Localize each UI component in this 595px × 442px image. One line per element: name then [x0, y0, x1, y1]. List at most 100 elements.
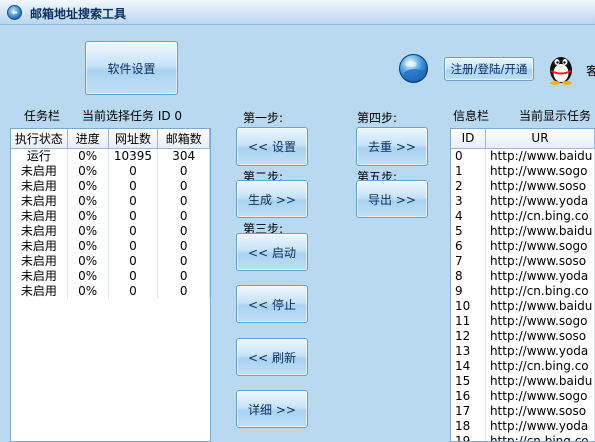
refresh-button[interactable]: << 刷新	[236, 338, 308, 376]
info-cell: 12	[451, 328, 486, 344]
task-list[interactable]: 执行状态 进度 网址数 邮箱数 运行 0% 10395 304 未启用 0% 0 0 未启用 0% 0 0 未…	[10, 128, 211, 442]
task-cell: 0%	[67, 253, 109, 269]
info-cell: 16	[451, 388, 486, 404]
table-row[interactable]: 12 http://www.soso	[451, 328, 595, 344]
table-row[interactable]: 16 http://www.sogo	[451, 388, 595, 404]
task-cell: 0	[157, 208, 210, 224]
info-cell: http://www.baidu	[485, 373, 595, 389]
task-cell: 运行	[11, 148, 68, 164]
start-button[interactable]: << 启动	[236, 233, 308, 271]
table-row[interactable]: 10 http://www.baidu	[451, 298, 595, 314]
info-cell: 15	[451, 373, 486, 389]
task-cell: 0%	[67, 223, 109, 239]
info-cell: 1	[451, 163, 486, 179]
info-cell: http://www.yoda	[485, 268, 595, 284]
info-column-header[interactable]: ID	[451, 129, 486, 149]
task-panel-label: 任务栏	[24, 109, 61, 123]
info-cell: 10	[451, 298, 486, 314]
info-cell: http://www.baidu	[485, 298, 595, 314]
task-cell: 0	[108, 208, 159, 224]
task-cell: 0	[157, 223, 210, 239]
task-cell: 0	[108, 193, 159, 209]
table-row[interactable]: 18 http://www.yoda	[451, 418, 595, 434]
task-column-header[interactable]: 进度	[67, 129, 109, 149]
table-row[interactable]: 未启用 0% 0 0	[11, 193, 210, 209]
table-row[interactable]: 4 http://cn.bing.co	[451, 208, 595, 224]
task-cell: 0	[108, 178, 159, 194]
register-login-button[interactable]: 注册/登陆/开通	[444, 57, 534, 81]
task-cell: 0	[108, 223, 159, 239]
table-row[interactable]: 2 http://www.soso	[451, 178, 595, 194]
task-cell: 0%	[67, 163, 109, 179]
task-cell: 未启用	[11, 253, 68, 269]
detail-button[interactable]: 详细 >>	[236, 390, 308, 428]
qq-label: 客	[586, 64, 595, 78]
info-cell: 17	[451, 403, 486, 419]
table-row[interactable]: 6 http://www.sogo	[451, 238, 595, 254]
task-cell: 0%	[67, 268, 109, 284]
info-cell: http://www.baidu	[485, 148, 595, 164]
dedupe-button[interactable]: 去重 >>	[356, 127, 428, 166]
table-row[interactable]: 未启用 0% 0 0	[11, 223, 210, 239]
task-table: 执行状态 进度 网址数 邮箱数 运行 0% 10395 304 未启用 0% 0 0 未启用 0% 0 0 未…	[11, 129, 210, 299]
info-cell: http://cn.bing.co	[485, 358, 595, 374]
info-cell: 8	[451, 268, 486, 284]
table-row[interactable]: 15 http://www.baidu	[451, 373, 595, 389]
table-row[interactable]: 未启用 0% 0 0	[11, 283, 210, 299]
step1-label: 第一步:	[243, 111, 284, 125]
info-cell: 14	[451, 358, 486, 374]
task-cell: 0	[108, 268, 159, 284]
table-row[interactable]: 运行 0% 10395 304	[11, 148, 210, 164]
stop-button[interactable]: << 停止	[236, 285, 308, 323]
info-cell: http://www.sogo	[485, 388, 595, 404]
software-settings-button[interactable]: 软件设置	[85, 41, 178, 95]
info-cell: http://www.soso	[485, 403, 595, 419]
task-cell: 未启用	[11, 223, 68, 239]
table-row[interactable]: 未启用 0% 0 0	[11, 268, 210, 284]
info-column-header[interactable]: UR	[485, 129, 595, 149]
table-row[interactable]: 11 http://www.sogo	[451, 313, 595, 329]
info-table: ID UR 0 http://www.baidu 1 http://www.sogo 2 h…	[451, 129, 595, 441]
table-row[interactable]: 3 http://www.yoda	[451, 193, 595, 209]
export-button[interactable]: 导出 >>	[356, 180, 428, 218]
table-row[interactable]: 17 http://www.soso	[451, 403, 595, 419]
info-cell: 6	[451, 238, 486, 254]
info-cell: 7	[451, 253, 486, 269]
info-cell: 2	[451, 178, 486, 194]
info-cell: 0	[451, 148, 486, 164]
info-cell: http://www.sogo	[485, 313, 595, 329]
task-cell: 10395	[108, 148, 159, 164]
table-row[interactable]: 未启用 0% 0 0	[11, 238, 210, 254]
set-button[interactable]: << 设置	[236, 127, 308, 166]
generate-button[interactable]: 生成 >>	[236, 180, 308, 218]
table-row[interactable]: 1 http://www.sogo	[451, 163, 595, 179]
table-row[interactable]: 未启用 0% 0 0	[11, 253, 210, 269]
table-row[interactable]: 19 http://cn.bing.co	[451, 433, 595, 441]
table-row[interactable]: 7 http://www.soso	[451, 253, 595, 269]
qq-penguin-icon[interactable]	[546, 51, 576, 85]
globe-icon[interactable]	[399, 54, 428, 83]
task-cell: 0	[157, 178, 210, 194]
table-row[interactable]: 未启用 0% 0 0	[11, 208, 210, 224]
task-column-header[interactable]: 邮箱数	[157, 129, 210, 149]
table-row[interactable]: 5 http://www.baidu	[451, 223, 595, 239]
task-cell: 0%	[67, 193, 109, 209]
task-column-header[interactable]: 网址数	[108, 129, 159, 149]
info-cell: http://cn.bing.co	[485, 433, 595, 441]
table-row[interactable]: 0 http://www.baidu	[451, 148, 595, 164]
table-row[interactable]: 14 http://cn.bing.co	[451, 358, 595, 374]
info-cell: http://www.soso	[485, 253, 595, 269]
task-column-header[interactable]: 执行状态	[11, 129, 68, 149]
table-row[interactable]: 未启用 0% 0 0	[11, 163, 210, 179]
table-row[interactable]: 未启用 0% 0 0	[11, 178, 210, 194]
step4-label: 第四步:	[357, 111, 398, 125]
info-cell: http://www.sogo	[485, 238, 595, 254]
table-row[interactable]: 9 http://cn.bing.co	[451, 283, 595, 299]
task-cell: 未启用	[11, 283, 68, 299]
table-row[interactable]: 13 http://www.yoda	[451, 343, 595, 359]
info-cell: http://www.soso	[485, 178, 595, 194]
title-bar[interactable]: 邮箱地址搜索工具	[0, 0, 595, 25]
info-cell: 4	[451, 208, 486, 224]
info-list[interactable]: ID UR 0 http://www.baidu 1 http://www.sogo 2 h…	[450, 128, 595, 442]
table-row[interactable]: 8 http://www.yoda	[451, 268, 595, 284]
